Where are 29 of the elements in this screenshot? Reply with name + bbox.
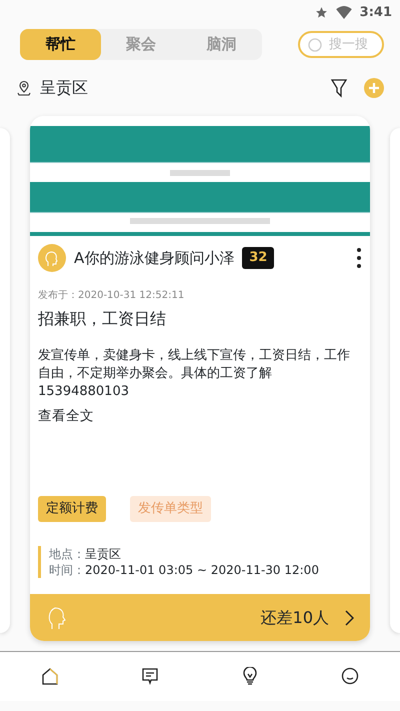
wifi-icon [336,6,352,19]
star-icon [314,6,328,19]
time-value: 2020-11-01 03:05 ~ 2020-11-30 12:00 [85,562,319,578]
tag: 发传单类型 [130,496,211,522]
search-icon [307,37,323,53]
search-field[interactable]: 搜一搜 [298,31,384,58]
post-body: 发宣传单，卖健身卡，线上线下宣传，工资日结，工作自由，不定期举办聚会。具体的工资了解15394880103 [38,347,351,402]
home-icon[interactable] [41,667,59,686]
place-value: 呈贡区 [85,546,121,562]
location-label[interactable]: 呈贡区 [40,76,88,100]
clock: 3:41 [360,4,392,22]
level-badge: 32 [242,247,274,269]
more-icon[interactable] [356,247,362,269]
message-icon[interactable] [141,667,159,686]
head-icon [46,606,66,630]
post-title: 招兼职，工资日结 [38,308,167,330]
place-label: 地点： [49,546,85,562]
tag: 定额计费 [38,496,106,522]
read-more-link[interactable]: 查看全文 [38,406,362,426]
author-name[interactable]: A你的游泳健身顾问小泽 [74,246,234,270]
filter-icon[interactable] [330,78,348,98]
time-label: 时间： [49,562,85,578]
location-icon[interactable] [16,80,32,96]
smiley-icon[interactable] [341,667,359,686]
chevron-right-icon[interactable] [345,610,354,626]
lightbulb-icon[interactable] [241,667,259,686]
remaining-count: 还差10人 [260,606,329,628]
tab[interactable]: 帮忙 [20,29,101,60]
publish-time: 发布于：2020-10-31 12:52:11 [38,289,186,303]
